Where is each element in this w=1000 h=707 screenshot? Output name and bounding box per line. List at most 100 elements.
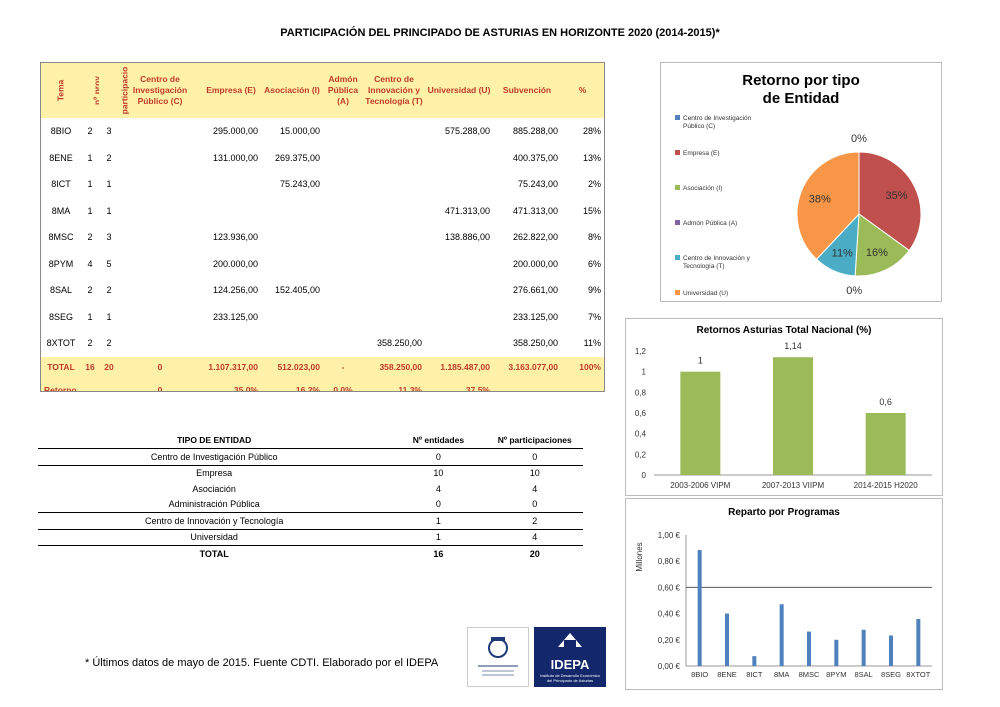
pie-chart-panel: Retorno por tipo de Entidad Centro de Inve…: [660, 62, 942, 302]
pie-data-label: 38%: [809, 193, 831, 205]
main-table-header-label: participacio: [119, 66, 130, 115]
table-cell: 262.822,00: [512, 232, 558, 243]
table-cell: 8SEG: [48, 311, 73, 322]
entity-cell: 20: [529, 548, 540, 559]
table-cell: 28%: [582, 126, 601, 137]
x-tick-label: 2003-2006 VIPM: [670, 481, 730, 490]
table-cell: [363, 277, 425, 304]
main-table-header-cell: Universidad (U): [425, 63, 493, 118]
bar: [773, 357, 813, 475]
y-tick-label: 0,80 €: [658, 557, 681, 566]
table-cell: 1: [87, 205, 93, 216]
table-cell: [363, 304, 425, 331]
bar-data-label: 1,14: [784, 341, 802, 351]
y-tick-label: 0: [642, 471, 647, 480]
entity-cell: Centro de Innovación y Tecnología: [38, 512, 391, 530]
table-cell: 75.243,00: [279, 179, 320, 190]
table-cell: TOTAL: [41, 356, 81, 378]
bar: [779, 604, 784, 666]
table-cell: [119, 198, 201, 225]
y-tick-label: 0,20 €: [658, 636, 681, 645]
table-cell: [99, 377, 119, 391]
table-cell: 358.250,00: [363, 356, 425, 378]
x-tick-label: 8BIO: [691, 670, 708, 679]
table-cell: [323, 251, 363, 278]
table-cell: 400.375,00: [512, 152, 558, 163]
table-cell: 11,3%: [363, 377, 425, 391]
table-cell: 269.375,00: [274, 152, 320, 163]
entity-cell: 1: [390, 512, 487, 530]
x-tick-label: 8ENE: [717, 670, 737, 679]
footnote: * Últimos datos de mayo de 2015. Fuente …: [85, 657, 439, 669]
table-cell: 5: [106, 258, 112, 269]
legend-swatch: [675, 150, 680, 155]
table-cell: [363, 198, 425, 225]
table-cell: [425, 277, 493, 304]
main-table-header-cell: Tema: [41, 63, 81, 118]
table-cell: [201, 198, 261, 225]
main-table-header-cell: Admón Pública (A): [323, 63, 363, 118]
entity-table-header-cell: Nº participaciones: [486, 432, 583, 449]
table-cell: 8BIO: [50, 126, 72, 137]
main-table-header-row: Tema nº proy participacio Centro de Investi…: [41, 63, 604, 118]
table-cell: [425, 251, 493, 278]
table-cell: 233.125,00: [512, 311, 558, 322]
x-tick-label: 2014-2015 H2020: [854, 481, 919, 490]
entity-cell: 2: [486, 512, 583, 530]
table-cell: 1.185.487,00: [425, 356, 493, 378]
table-cell: 2%: [587, 179, 601, 190]
table-cell: -: [323, 356, 363, 378]
x-tick-label: 8SEG: [881, 670, 901, 679]
legend-swatch: [675, 185, 680, 190]
legend-label: Admón Pública (A): [683, 220, 737, 227]
table-cell: [119, 224, 201, 251]
table-cell: 100%: [561, 356, 604, 378]
table-cell: 124.256,00: [212, 285, 258, 296]
table-cell: 4: [87, 258, 93, 269]
legend-label: Asociación (I): [683, 185, 722, 192]
table-cell: [363, 224, 425, 251]
entity-cell: Administración Pública: [38, 496, 391, 513]
table-cell: 1: [106, 179, 112, 190]
main-table-header-cell: %: [561, 63, 604, 118]
legend-swatch: [675, 255, 680, 260]
y-tick-label: 0,2: [635, 450, 647, 459]
x-tick-label: 8XTOT: [906, 670, 930, 679]
table-cell: 2: [106, 152, 112, 163]
table-cell: 15.000,00: [279, 126, 320, 137]
legend-swatch: [675, 220, 680, 225]
table-cell: [425, 171, 493, 198]
main-table-header-label: Tema: [55, 79, 66, 102]
table-cell: 1: [106, 311, 112, 322]
table-cell: [261, 330, 323, 357]
main-table-header-cell: Centro de Investigación Público (C): [119, 63, 201, 118]
idepa-logo-subtitle: Instituto de Desarrollo Económico del Pr…: [540, 673, 600, 683]
main-table-header-cell: nº proy: [81, 63, 102, 118]
legend-label: Universidad (U): [683, 290, 728, 297]
bar: [752, 656, 757, 666]
bar: [834, 639, 839, 666]
table-row: 8ENE 1 2 131.000,00 269.375,00 400.375,00 13%: [41, 145, 604, 172]
table-total-row: TOTAL 16 20 0 1.107.317,00 512.023,00-358.250…: [41, 356, 604, 378]
table-cell: 2: [87, 338, 93, 349]
table-cell: 1: [87, 311, 93, 322]
main-table-header-cell: participacio: [99, 63, 129, 118]
table-cell: 35,0%: [201, 377, 261, 391]
table-cell: 15%: [582, 205, 601, 216]
main-table-header-cell: Empresa (E): [201, 63, 261, 118]
entity-row: Administración Pública 0 0: [38, 496, 583, 513]
table-cell: [323, 118, 363, 145]
main-table-panel: Tema nº proy participacio Centro de Investi…: [40, 62, 605, 392]
table-cell: 152.405,00: [274, 285, 320, 296]
entity-row: Empresa 10 10: [38, 465, 583, 481]
x-tick-label: 8MA: [774, 670, 789, 679]
y-tick-label: 1,2: [635, 347, 647, 356]
entity-cell: 0: [486, 496, 583, 513]
table-cell: [363, 118, 425, 145]
main-table-header-cell: Subvención: [493, 63, 561, 118]
table-cell: [261, 251, 323, 278]
legend-swatch: [675, 115, 680, 120]
entity-cell: 4: [435, 483, 441, 494]
entity-table-header-cell: Nº entidades: [390, 432, 487, 449]
main-table-header-cell: Asociación (I): [261, 63, 323, 118]
